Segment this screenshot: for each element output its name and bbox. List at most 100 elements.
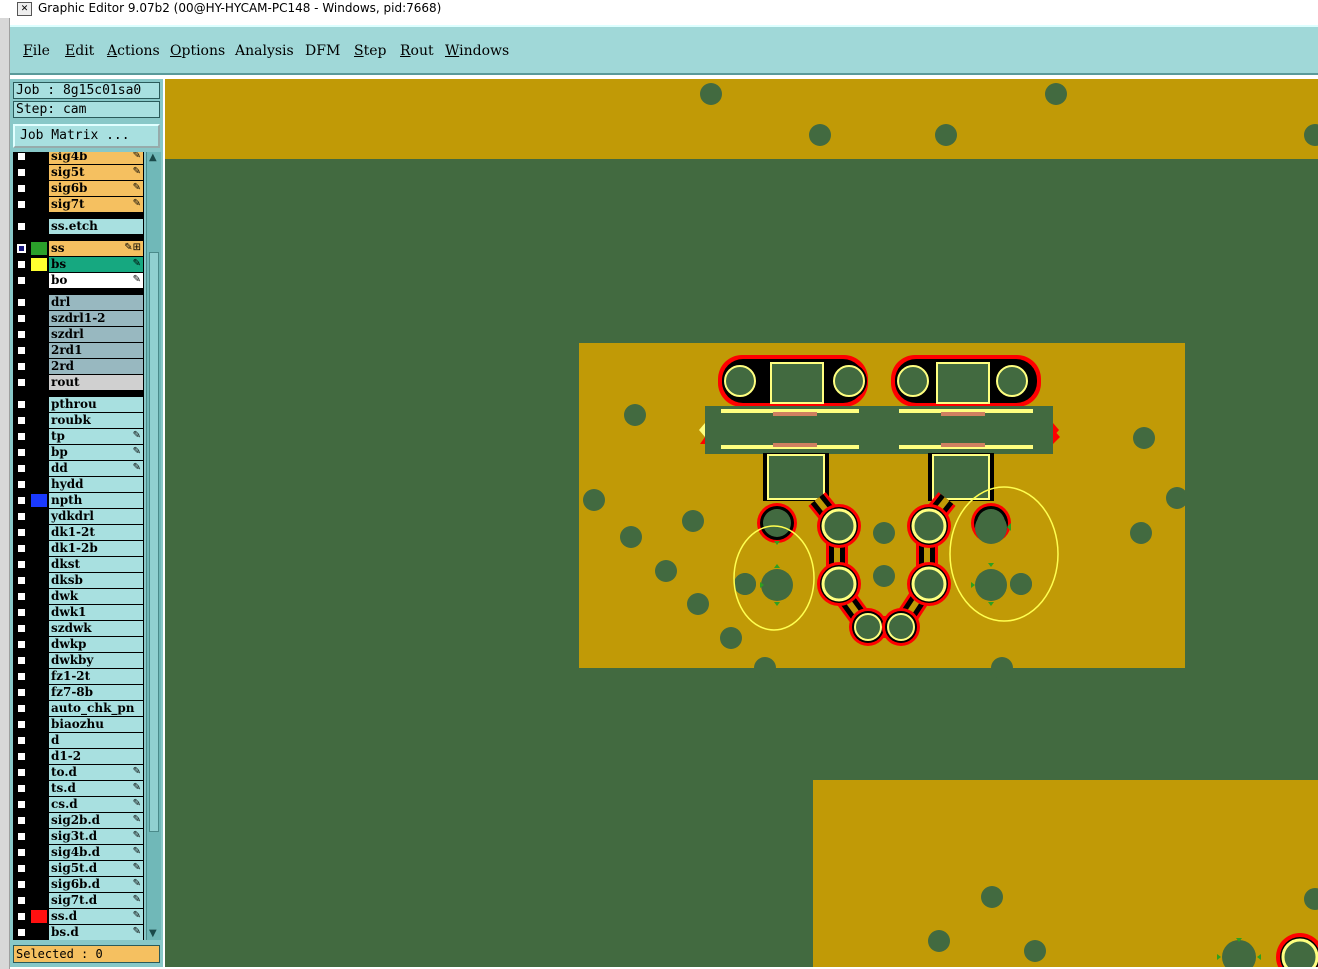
layer-row[interactable]: dwk1: [13, 605, 144, 620]
layer-checkbox[interactable]: [17, 448, 26, 457]
layer-edit-icon[interactable]: ✎: [133, 445, 141, 459]
layer-row[interactable]: bs ✎: [13, 257, 144, 272]
layer-checkbox[interactable]: [17, 928, 26, 937]
layer-checkbox[interactable]: [17, 848, 26, 857]
layer-color-swatch[interactable]: [31, 526, 47, 539]
layer-name[interactable]: dkst: [49, 557, 143, 572]
layer-checkbox[interactable]: [17, 560, 26, 569]
layer-name[interactable]: cs.d: [49, 797, 143, 812]
layer-row[interactable]: d1-2: [13, 749, 144, 764]
layer-checkbox[interactable]: [17, 912, 26, 921]
menu-step[interactable]: Step: [354, 43, 386, 59]
layer-checkbox[interactable]: [17, 656, 26, 665]
layer-color-swatch[interactable]: [31, 910, 47, 923]
layer-edit-icon[interactable]: ✎: [133, 829, 141, 843]
menu-options[interactable]: Options: [170, 43, 225, 59]
layer-row[interactable]: szdrl: [13, 327, 144, 342]
job-matrix-button[interactable]: Job Matrix ...: [13, 124, 160, 148]
layer-row[interactable]: ydkdrl: [13, 509, 144, 524]
layer-name[interactable]: sig5t.d: [49, 861, 143, 876]
layer-color-swatch[interactable]: [31, 670, 47, 683]
layer-color-swatch[interactable]: [31, 766, 47, 779]
layer-checkbox[interactable]: [17, 880, 26, 889]
layer-row[interactable]: ss ✎⊞: [13, 241, 144, 256]
layer-checkbox[interactable]: [17, 260, 26, 269]
layer-name[interactable]: dk1-2b: [49, 541, 143, 556]
layer-color-swatch[interactable]: [31, 846, 47, 859]
layer-name[interactable]: roubk: [49, 413, 143, 428]
layer-color-swatch[interactable]: [31, 798, 47, 811]
layer-row[interactable]: to.d ✎: [13, 765, 144, 780]
layer-checkbox[interactable]: [17, 896, 26, 905]
layer-edit-icon[interactable]: ✎: [133, 925, 141, 939]
layer-color-swatch[interactable]: [31, 686, 47, 699]
layer-name[interactable]: dk1-2t: [49, 525, 143, 540]
layer-checkbox[interactable]: [17, 184, 26, 193]
layer-edit-icon[interactable]: ✎: [133, 461, 141, 475]
layer-name[interactable]: rout: [49, 375, 143, 390]
layer-checkbox[interactable]: [17, 608, 26, 617]
layer-row[interactable]: sig4b ✎: [13, 152, 144, 164]
layer-name[interactable]: ss.etch: [49, 219, 143, 234]
layer-color-swatch[interactable]: [31, 376, 47, 389]
layer-row[interactable]: auto_chk_pn: [13, 701, 144, 716]
layer-checkbox[interactable]: [17, 400, 26, 409]
layer-color-swatch[interactable]: [31, 926, 47, 939]
layer-color-swatch[interactable]: [31, 542, 47, 555]
layer-edit-icon[interactable]: ✎: [133, 893, 141, 907]
layer-row[interactable]: d: [13, 733, 144, 748]
layer-color-swatch[interactable]: [31, 718, 47, 731]
layer-row[interactable]: dkst: [13, 557, 144, 572]
scroll-down-arrow-icon[interactable]: ▼: [149, 929, 157, 939]
layer-edit-icon[interactable]: ✎: [133, 909, 141, 923]
menu-rout[interactable]: Rout: [400, 43, 434, 59]
layer-color-swatch[interactable]: [31, 258, 47, 271]
pcb-drawing[interactable]: [165, 79, 1318, 967]
layer-checkbox[interactable]: [17, 314, 26, 323]
layer-checkbox[interactable]: [17, 298, 26, 307]
layer-checkbox[interactable]: [17, 592, 26, 601]
layer-color-swatch[interactable]: [31, 328, 47, 341]
layer-name[interactable]: szdrl1-2: [49, 311, 143, 326]
layer-edit-icon[interactable]: ✎: [133, 152, 141, 163]
layer-checkbox[interactable]: [17, 624, 26, 633]
layer-name[interactable]: szdwk: [49, 621, 143, 636]
layer-list-scrollbar[interactable]: ▲ ▼: [146, 152, 161, 940]
layer-row[interactable]: fz1-2t: [13, 669, 144, 684]
layer-edit-icon[interactable]: ✎: [133, 429, 141, 443]
layer-edit-icon[interactable]: ✎: [133, 877, 141, 891]
layer-checkbox[interactable]: [17, 168, 26, 177]
layer-name[interactable]: biaozhu: [49, 717, 143, 732]
layer-edit-icon[interactable]: ✎: [133, 845, 141, 859]
layer-color-swatch[interactable]: [31, 166, 47, 179]
layer-row[interactable]: szdrl1-2: [13, 311, 144, 326]
layer-color-swatch[interactable]: [31, 702, 47, 715]
layer-color-swatch[interactable]: [31, 590, 47, 603]
layer-name[interactable]: sig2b.d: [49, 813, 143, 828]
layer-row[interactable]: sig6b.d ✎: [13, 877, 144, 892]
layer-name[interactable]: dd: [49, 461, 143, 476]
layer-name[interactable]: pthrou: [49, 397, 143, 412]
layer-checkbox[interactable]: [17, 816, 26, 825]
layer-name[interactable]: dwk1: [49, 605, 143, 620]
layer-name[interactable]: bs.d: [49, 925, 143, 940]
layer-row[interactable]: szdwk: [13, 621, 144, 636]
layer-checkbox[interactable]: [17, 378, 26, 387]
layer-checkbox[interactable]: [17, 576, 26, 585]
layer-color-swatch[interactable]: [31, 622, 47, 635]
layer-name[interactable]: sig3t.d: [49, 829, 143, 844]
layer-row[interactable]: 2rd: [13, 359, 144, 374]
layer-color-swatch[interactable]: [31, 414, 47, 427]
layer-row[interactable]: bs.d ✎: [13, 925, 144, 940]
layer-color-swatch[interactable]: [31, 274, 47, 287]
menu-file[interactable]: File: [23, 43, 50, 59]
layer-row[interactable]: tp ✎: [13, 429, 144, 444]
layer-color-swatch[interactable]: [31, 242, 47, 255]
layer-name[interactable]: dwkby: [49, 653, 143, 668]
layer-checkbox[interactable]: [17, 222, 26, 231]
layer-row[interactable]: pthrou: [13, 397, 144, 412]
layer-row[interactable]: sig5t.d ✎: [13, 861, 144, 876]
layer-row[interactable]: biaozhu: [13, 717, 144, 732]
layer-checkbox[interactable]: [17, 800, 26, 809]
layer-row[interactable]: rout: [13, 375, 144, 390]
